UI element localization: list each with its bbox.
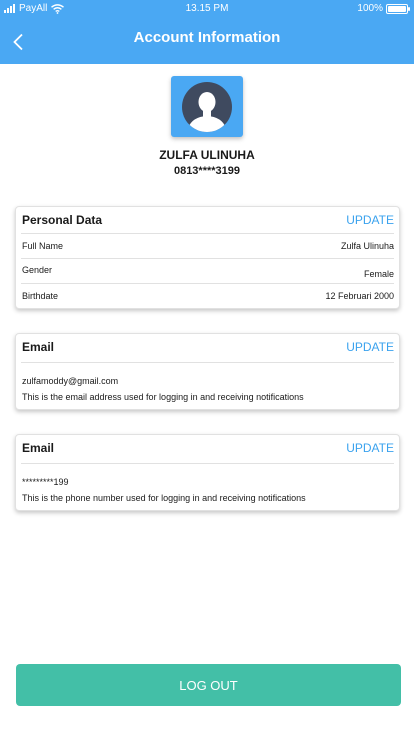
update-phone-button[interactable]: UPDATE <box>346 441 394 455</box>
page-title: Account Information <box>133 29 281 46</box>
user-avatar-icon <box>182 81 232 132</box>
birthdate-row: Birthdate 12 Februari 2000 <box>21 284 394 309</box>
battery-percent: 100% <box>357 3 383 14</box>
gender-row: Gender Female <box>21 259 394 284</box>
update-personal-data-button[interactable]: UPDATE <box>346 213 394 227</box>
logout-button[interactable]: LOG OUT <box>16 664 401 706</box>
email-card: Email UPDATE zulfamoddy@gmail.com This i… <box>15 333 400 410</box>
personal-data-card: Personal Data UPDATE Full Name Zulfa Uli… <box>15 206 400 309</box>
email-description: This is the email address used for loggi… <box>22 392 304 402</box>
status-time: 13.15 PM <box>185 3 229 14</box>
phone-card-header: Email UPDATE <box>21 435 394 464</box>
personal-data-title: Personal Data <box>22 213 103 227</box>
profile-name: ZULFA ULINUHA <box>159 148 255 162</box>
phone-value: *********199 <box>22 477 69 487</box>
battery-icon <box>386 3 410 14</box>
phone-card-body: *********199 This is the phone number us… <box>16 464 399 506</box>
avatar[interactable] <box>171 76 243 137</box>
gender-value: Female <box>363 269 394 279</box>
personal-data-header: Personal Data UPDATE <box>21 207 394 234</box>
phone-card-title: Email <box>22 441 55 455</box>
phone-card: Email UPDATE *********199 This is the ph… <box>15 434 400 511</box>
phone-description: This is the phone number used for loggin… <box>22 493 306 503</box>
app-header: PayAll 13.15 PM 100% Account Information <box>0 0 414 64</box>
birthdate-value: 12 Februari 2000 <box>325 291 394 301</box>
battery-status: 100% <box>357 3 410 14</box>
email-card-title: Email <box>22 340 55 354</box>
update-email-button[interactable]: UPDATE <box>346 340 394 354</box>
full-name-label: Full Name <box>22 241 64 251</box>
email-value: zulfamoddy@gmail.com <box>22 376 119 386</box>
email-card-header: Email UPDATE <box>21 334 394 363</box>
email-card-body: zulfamoddy@gmail.com This is the email a… <box>16 363 399 405</box>
full-name-row: Full Name Zulfa Ulinuha <box>21 234 394 259</box>
profile-phone: 0813****3199 <box>173 165 241 177</box>
birthdate-label: Birthdate <box>22 291 59 301</box>
full-name-value: Zulfa Ulinuha <box>340 241 394 251</box>
status-bar: PayAll 13.15 PM 100% <box>0 0 414 18</box>
gender-label: Gender <box>22 265 53 275</box>
